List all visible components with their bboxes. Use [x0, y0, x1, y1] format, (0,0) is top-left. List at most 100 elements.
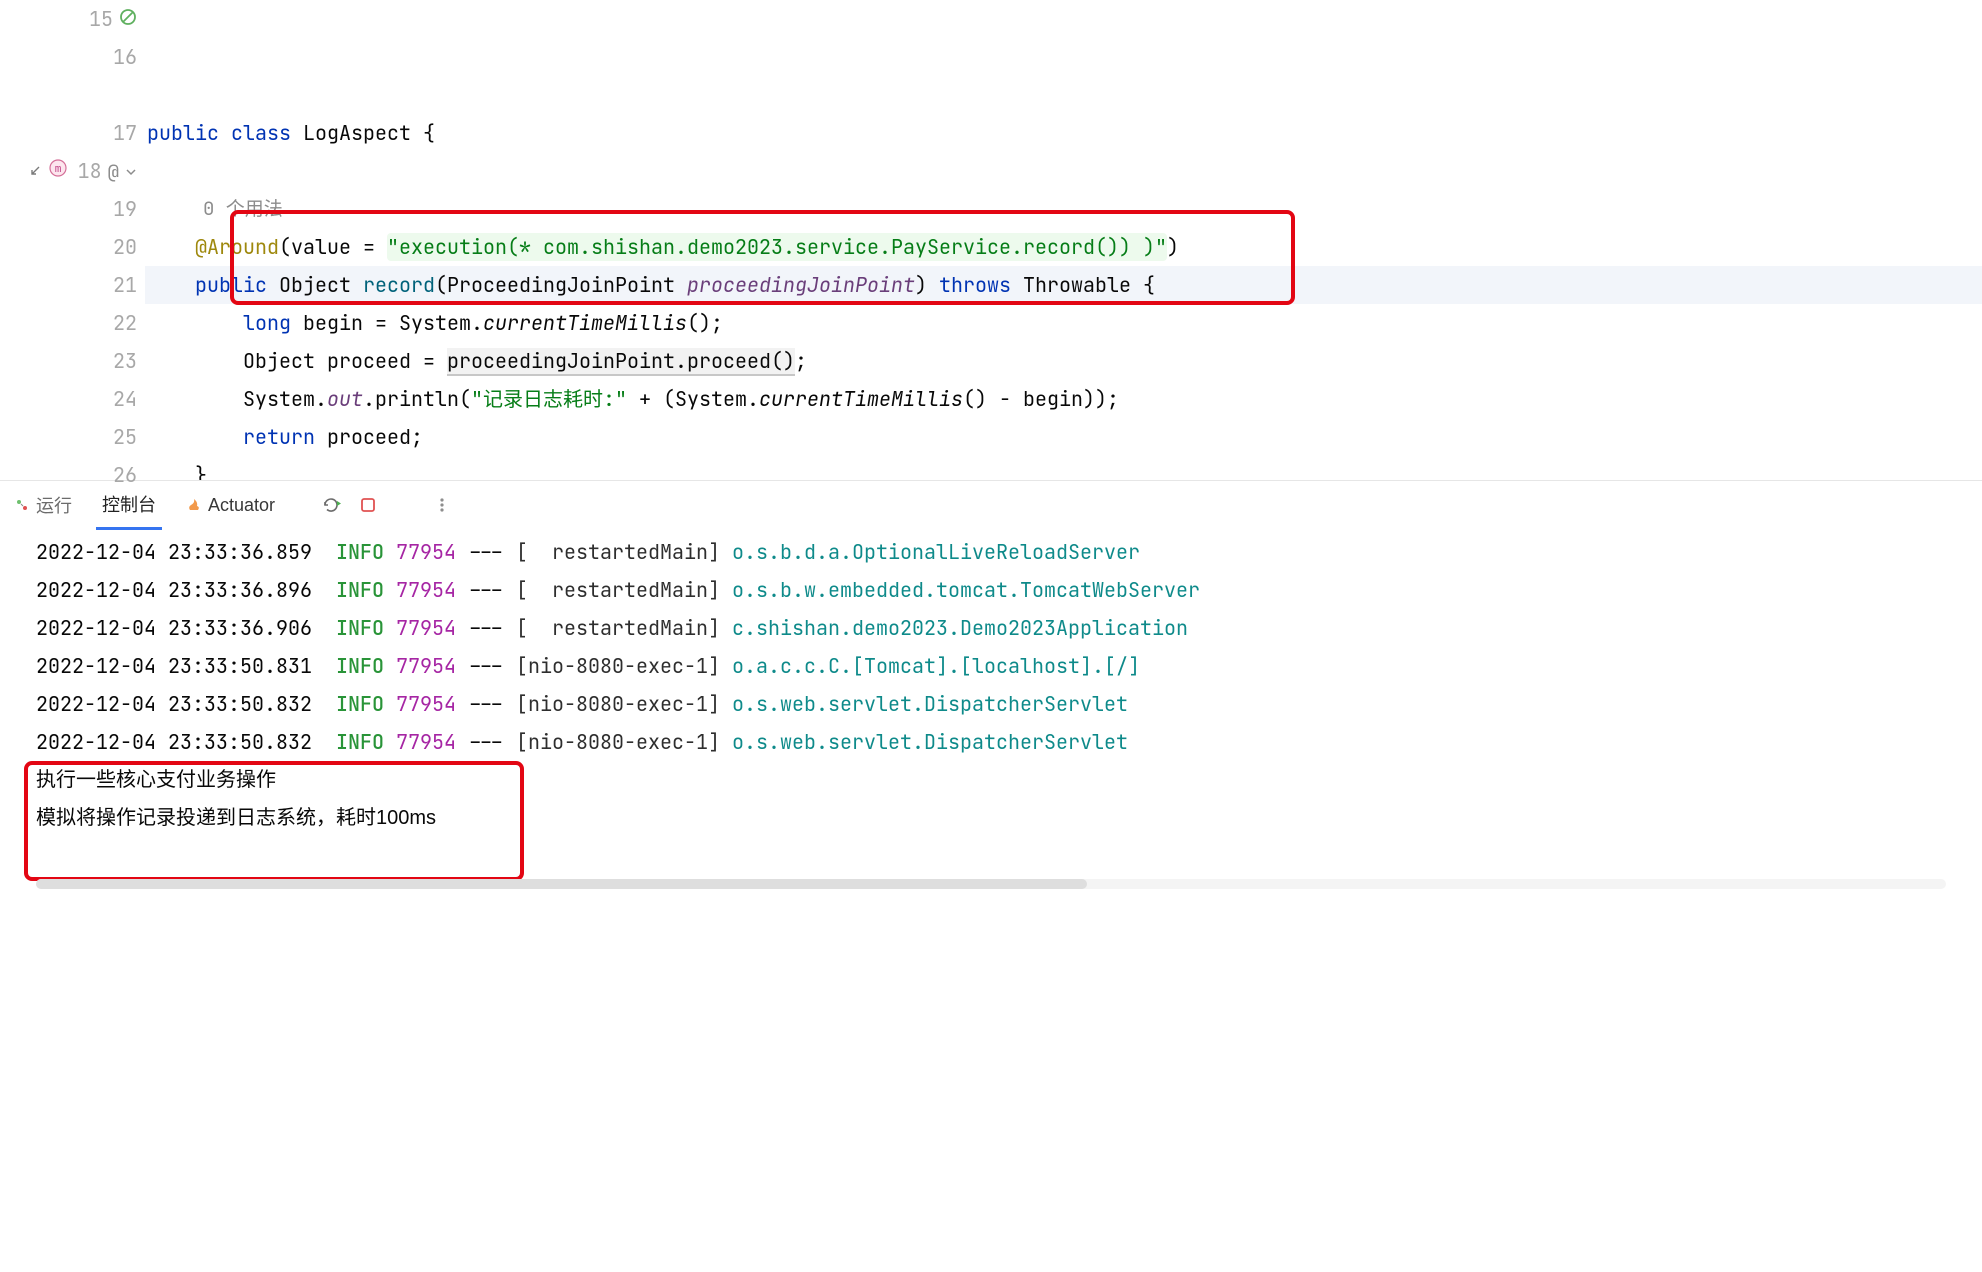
tab-actuator-label: Actuator [208, 495, 275, 516]
code-line[interactable] [145, 152, 1982, 190]
log-sep: --- [456, 577, 516, 603]
code-line[interactable]: public class LogAspect { [145, 114, 1982, 152]
code-token [147, 424, 243, 450]
code-token: } [147, 462, 207, 480]
run-icon [14, 497, 30, 513]
log-logger: o.s.b.w.embedded.tomcat.TomcatWebServer [732, 577, 1200, 603]
log-sep: --- [456, 539, 516, 565]
log-pid: 77954 [396, 577, 456, 603]
tab-actuator[interactable]: Actuator [180, 485, 281, 526]
log-ts: 2022-12-04 23:33:50.832 [36, 691, 312, 717]
tab-run[interactable]: 运行 [8, 482, 78, 528]
log-thread: [ restartedMain] [516, 615, 720, 641]
code-token: ) [915, 272, 939, 298]
log-sep: --- [456, 691, 516, 717]
log-sep: --- [456, 653, 516, 679]
stdout-line: 模拟将操作记录投递到日志系统，耗时100ms [36, 799, 1982, 837]
log-ts: 2022-12-04 23:33:36.859 [36, 539, 312, 565]
line-number: 20 [109, 228, 137, 266]
code-token: currentTimeMillis [759, 386, 963, 412]
code-token: ) [1167, 234, 1179, 260]
code-editor[interactable]: 151617m18@1920212223242526 public class … [0, 0, 1982, 480]
log-thread: [ restartedMain] [516, 577, 720, 603]
line-number: 24 [109, 380, 137, 418]
log-level: INFO [336, 539, 384, 565]
code-token [147, 272, 195, 298]
stop-icon[interactable] [359, 496, 377, 514]
gutter-row[interactable]: 23 [0, 342, 137, 380]
horizontal-scrollbar[interactable] [36, 879, 1946, 889]
stdout-line [36, 837, 1982, 875]
line-number: 16 [109, 38, 137, 76]
code-token: (value = [279, 234, 387, 260]
code-token [147, 310, 243, 336]
scrollbar-thumb[interactable] [36, 879, 1087, 889]
gutter-row[interactable]: 25 [0, 418, 137, 456]
code-line[interactable]: public Object record(ProceedingJoinPoint… [145, 266, 1982, 304]
code-token: LogAspect { [291, 120, 435, 146]
code-token: Object [267, 272, 363, 298]
code-line[interactable]: } [145, 456, 1982, 480]
log-line: 2022-12-04 23:33:50.832 INFO 77954 --- [… [36, 685, 1982, 723]
usage-hint[interactable]: 0 个用法 [145, 190, 1982, 228]
line-number: 22 [109, 304, 137, 342]
log-ts: 2022-12-04 23:33:50.831 [36, 653, 312, 679]
code-area[interactable]: public class LogAspect { 0 个用法 @Around(va… [145, 0, 1982, 480]
line-number: 25 [109, 418, 137, 456]
code-token [147, 234, 195, 260]
gutter-row[interactable]: m18@ [0, 152, 137, 190]
line-number: 21 [109, 266, 137, 304]
log-thread: [ restartedMain] [516, 539, 720, 565]
code-line[interactable]: System.out.println("记录日志耗时:" + (System.c… [145, 380, 1982, 418]
log-ts: 2022-12-04 23:33:36.896 [36, 577, 312, 603]
gutter-row[interactable]: 24 [0, 380, 137, 418]
log-ts: 2022-12-04 23:33:50.832 [36, 729, 312, 755]
code-token: "execution(* com.shishan.demo2023.servic… [387, 233, 1167, 261]
code-token: ; [795, 348, 807, 374]
log-logger: o.s.web.servlet.DispatcherServlet [732, 729, 1128, 755]
run-panel: 运行 控制台 Actuator 2022-12-04 23:33:36.859 … [0, 480, 1982, 889]
gutter-row[interactable]: 15 [0, 0, 137, 38]
log-logger: o.a.c.c.C.[Tomcat].[localhost].[/] [732, 653, 1140, 679]
line-number: 23 [109, 342, 137, 380]
log-line: 2022-12-04 23:33:36.859 INFO 77954 --- [… [36, 533, 1982, 571]
code-token: + (System. [627, 386, 759, 412]
actuator-icon [186, 497, 202, 513]
code-token: begin = System. [291, 310, 483, 336]
code-token: Object proceed = [147, 348, 447, 374]
code-token: .println( [363, 386, 471, 412]
more-icon[interactable] [433, 496, 451, 514]
code-token: proceed; [315, 424, 423, 450]
code-line[interactable]: long begin = System.currentTimeMillis(); [145, 304, 1982, 342]
stdout-line: 执行一些核心支付业务操作 [36, 761, 1982, 799]
code-line[interactable]: return proceed; [145, 418, 1982, 456]
console-output[interactable]: 2022-12-04 23:33:36.859 INFO 77954 --- [… [0, 529, 1982, 875]
log-line: 2022-12-04 23:33:50.831 INFO 77954 --- [… [36, 647, 1982, 685]
log-thread: [nio-8080-exec-1] [516, 691, 720, 717]
log-level: INFO [336, 577, 384, 603]
code-token: (ProceedingJoinPoint [435, 272, 687, 298]
gutter-row[interactable]: 22 [0, 304, 137, 342]
log-level: INFO [336, 615, 384, 641]
gutter-icons [119, 0, 137, 38]
code-line[interactable]: Object proceed = proceedingJoinPoint.pro… [145, 342, 1982, 380]
gutter-row[interactable]: 17 [0, 114, 137, 152]
log-level: INFO [336, 691, 384, 717]
log-sep: --- [456, 615, 516, 641]
line-number: 18 [74, 152, 102, 190]
gutter-row[interactable]: 21 [0, 266, 137, 304]
tab-console[interactable]: 控制台 [96, 481, 162, 530]
m-icon: m [48, 152, 68, 190]
log-sep: --- [456, 729, 516, 755]
code-line[interactable]: @Around(value = "execution(* com.shishan… [145, 228, 1982, 266]
gutter-row[interactable]: 16 [0, 38, 137, 76]
line-number: 15 [85, 0, 113, 38]
gutter-row[interactable]: 19 [0, 190, 137, 228]
rerun-icon[interactable] [321, 495, 341, 515]
log-pid: 77954 [396, 539, 456, 565]
tab-run-label: 运行 [36, 492, 72, 518]
log-thread: [nio-8080-exec-1] [516, 729, 720, 755]
log-logger: o.s.b.d.a.OptionalLiveReloadServer [732, 539, 1140, 565]
gutter-row[interactable]: 20 [0, 228, 137, 266]
tab-console-label: 控制台 [102, 491, 156, 517]
